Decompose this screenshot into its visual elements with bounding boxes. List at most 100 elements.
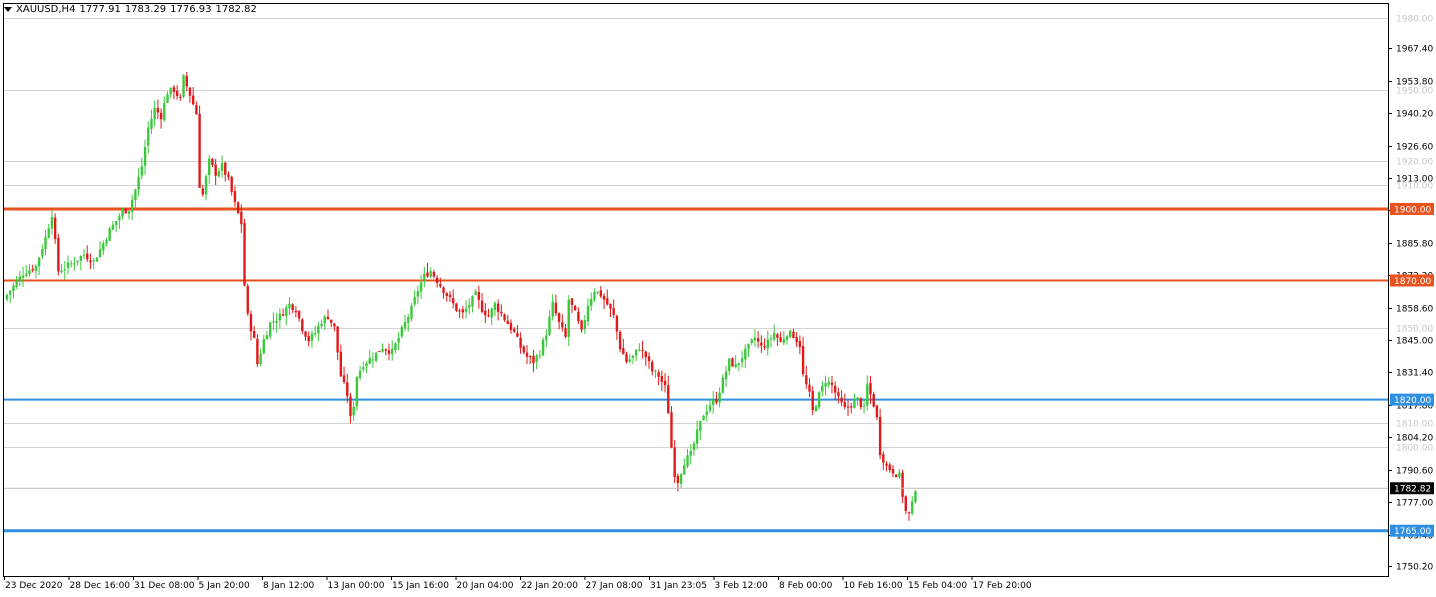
- candle-body: [355, 376, 359, 407]
- candle-body: [31, 268, 34, 271]
- candle-body: [673, 447, 676, 478]
- candle-body: [387, 350, 391, 354]
- candle-body: [715, 399, 718, 403]
- candle-body: [362, 367, 365, 370]
- candle-body: [458, 310, 461, 312]
- candle-body: [384, 349, 387, 351]
- candle-body: [856, 397, 859, 400]
- candle-body: [73, 263, 76, 265]
- candle-body: [127, 211, 131, 214]
- candle-body: [310, 333, 314, 341]
- candle-body: [875, 405, 879, 418]
- candle-body: [156, 107, 160, 113]
- candle-body: [535, 355, 538, 362]
- candle-body: [159, 112, 163, 120]
- candle-body: [12, 285, 15, 292]
- candle-body: [79, 256, 83, 261]
- candle-body: [660, 375, 664, 382]
- candle-body: [747, 343, 750, 349]
- ohlc-close: 1782.82: [215, 4, 257, 15]
- candle-body: [339, 351, 343, 377]
- candle-body: [663, 380, 667, 386]
- candle-body: [551, 301, 554, 317]
- candle-body: [641, 349, 644, 351]
- candle-body: [477, 291, 481, 300]
- candle-body: [882, 454, 885, 463]
- dropdown-arrow-icon[interactable]: [4, 6, 12, 12]
- candle-body: [654, 370, 657, 372]
- candle-body: [262, 339, 265, 354]
- candle-body: [599, 290, 603, 297]
- candle-body: [911, 501, 914, 514]
- gridline-label: 1980.00: [1396, 15, 1433, 25]
- candle-body: [532, 355, 535, 364]
- candle-body: [801, 346, 805, 375]
- candle-body: [294, 310, 298, 313]
- candle-body: [647, 356, 651, 362]
- candle-body: [493, 303, 497, 311]
- candle-body: [596, 291, 599, 293]
- candle-body: [214, 164, 217, 176]
- candle-body: [252, 331, 256, 338]
- candle-body: [349, 396, 352, 417]
- price-tick-label: 1953.80: [1396, 78, 1433, 88]
- candle-body: [570, 298, 574, 306]
- candle-body: [561, 322, 564, 328]
- candle-body: [76, 260, 79, 263]
- candle-body: [47, 228, 50, 238]
- candle-body: [102, 243, 105, 251]
- candle-body: [378, 351, 381, 353]
- candle-body: [686, 455, 689, 467]
- candle-body: [419, 282, 423, 292]
- candle-body: [888, 464, 891, 471]
- gridline-label: 1920.00: [1396, 158, 1433, 168]
- candle-body: [760, 342, 763, 346]
- candle-body: [147, 127, 150, 146]
- level-price-label: 1765.00: [1394, 527, 1431, 537]
- ohlc-low: 1776.93: [170, 4, 212, 15]
- candle-body: [118, 216, 121, 221]
- candle-body: [586, 305, 590, 322]
- candle-body: [519, 337, 522, 348]
- candle-body: [657, 372, 660, 377]
- price-tick-label: 1940.20: [1396, 110, 1433, 120]
- candle-body: [92, 260, 95, 262]
- candle-body: [516, 332, 519, 337]
- candle-body: [365, 363, 368, 367]
- candle-body: [487, 315, 490, 317]
- candle-body: [111, 224, 115, 230]
- price-tick-label: 1967.40: [1396, 45, 1433, 55]
- candle-body: [506, 320, 509, 325]
- candle-body: [224, 162, 227, 175]
- time-tick-label: 27 Jan 08:00: [586, 581, 643, 591]
- time-tick-label: 15 Jan 16:00: [392, 581, 449, 591]
- candle-body: [407, 317, 410, 323]
- candle-body: [679, 474, 683, 484]
- candle-body: [859, 398, 863, 408]
- candle-body: [323, 316, 326, 324]
- time-tick-label: 20 Jan 04:00: [457, 581, 514, 591]
- candle-body: [124, 208, 127, 214]
- candle-body: [451, 298, 455, 304]
- gridline-label: 1950.00: [1396, 87, 1433, 97]
- candle-body: [805, 375, 808, 385]
- price-tick-label: 1858.60: [1396, 305, 1433, 315]
- candle-body: [496, 303, 500, 312]
- candle-body: [538, 355, 542, 357]
- candle-body: [525, 352, 529, 357]
- candle-body: [885, 463, 888, 466]
- candle-body: [634, 349, 638, 356]
- candle-body: [728, 358, 731, 371]
- candle-body: [307, 335, 310, 342]
- candle-body: [609, 303, 612, 309]
- candle-body: [461, 309, 465, 313]
- candle-body: [750, 339, 753, 344]
- candle-body: [41, 248, 44, 257]
- candle-body: [615, 315, 619, 332]
- candle-body: [217, 171, 221, 177]
- candle-body: [259, 353, 262, 365]
- candle-body: [503, 314, 506, 321]
- candle-body: [288, 303, 291, 309]
- price-chart: 1980.001950.001920.001910.001850.001810.…: [3, 3, 1434, 591]
- candle-body: [843, 402, 847, 408]
